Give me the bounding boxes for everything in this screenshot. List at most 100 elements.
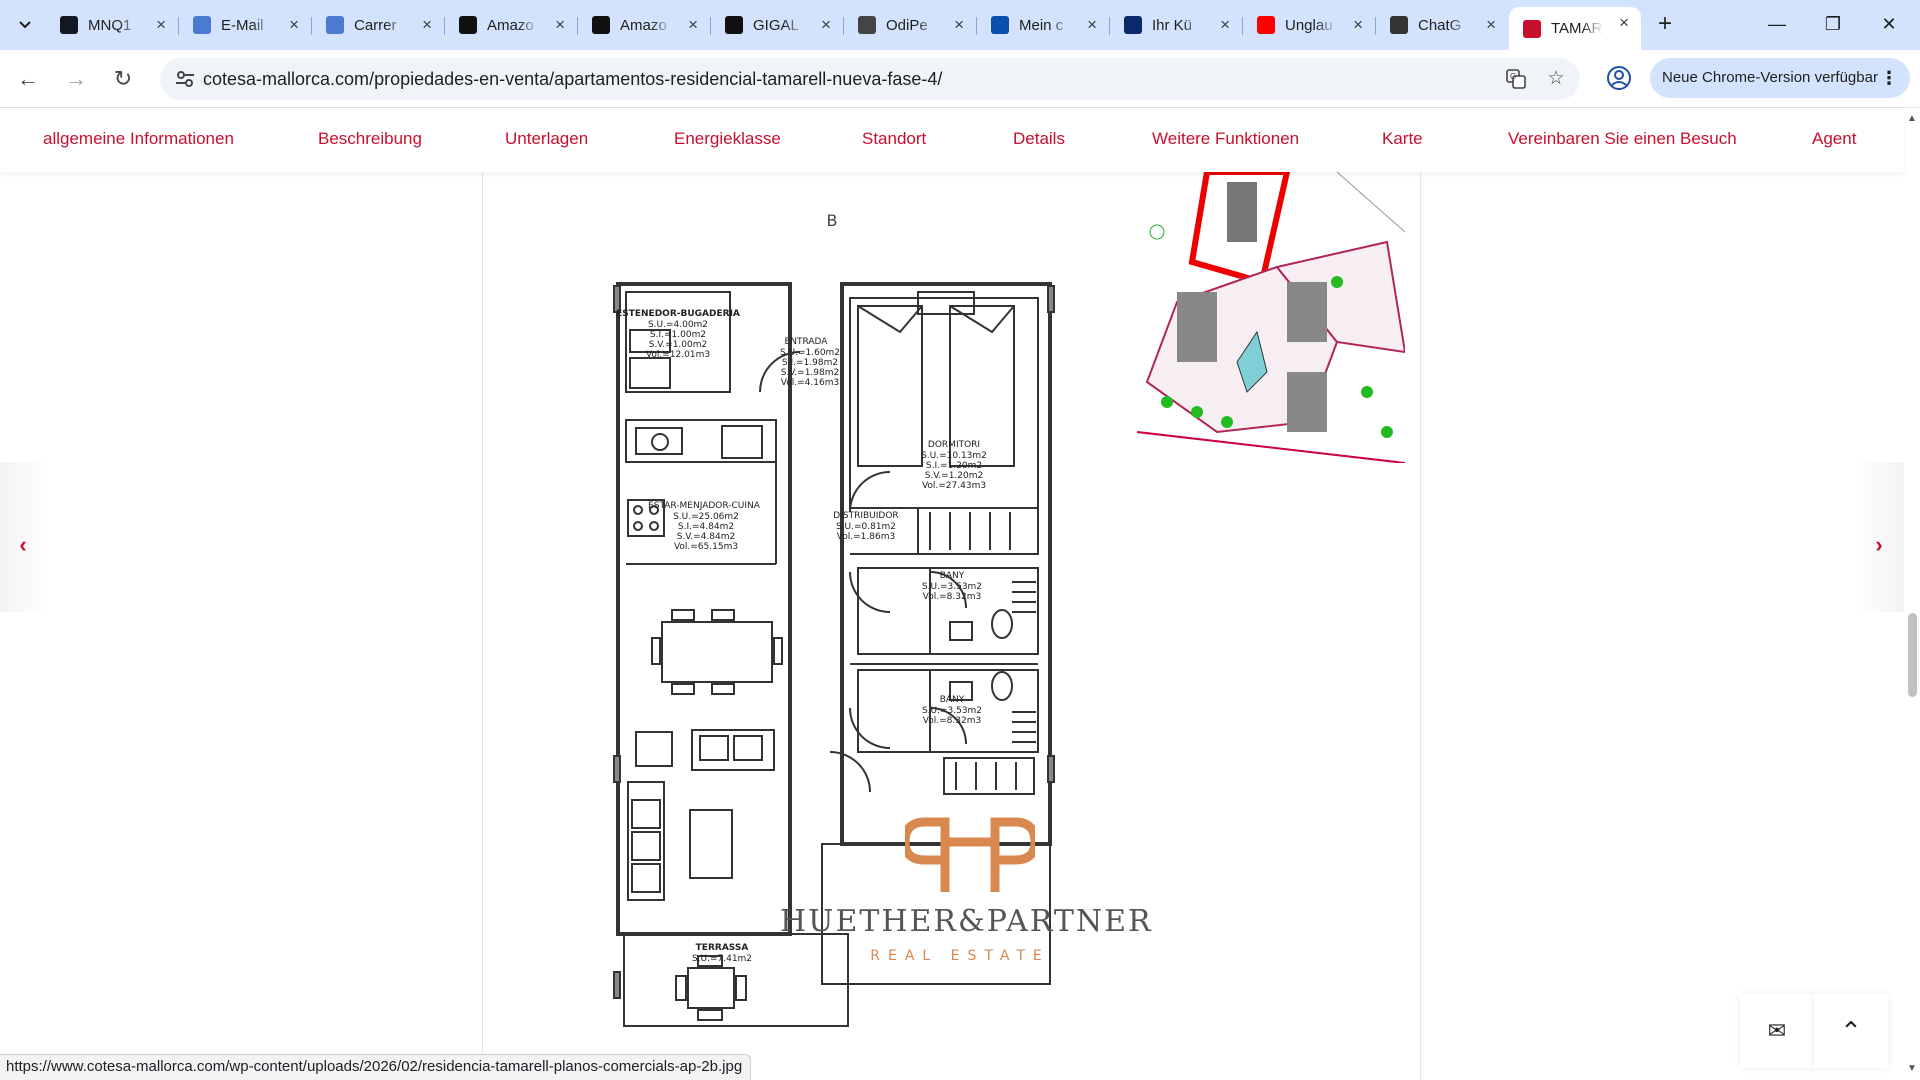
browser-toolbar: ← → ↻ cotesa-mallorca.com/propiedades-en…: [0, 50, 1920, 108]
site-plan-image[interactable]: [1137, 172, 1405, 463]
close-tab-icon[interactable]: ×: [1220, 15, 1230, 35]
nav-link-agent[interactable]: Agent: [1812, 129, 1856, 149]
gallery-prev-arrow-icon[interactable]: ‹: [8, 530, 38, 560]
globe-icon: [858, 16, 876, 34]
address-bar[interactable]: cotesa-mallorca.com/propiedades-en-venta…: [160, 58, 1580, 100]
close-tab-icon[interactable]: ×: [1087, 15, 1097, 35]
browser-tab[interactable]: OdiPe ×: [844, 9, 976, 41]
svg-text:S.U.=1.60m2: S.U.=1.60m2: [780, 348, 840, 358]
tab-title: Mein c: [1019, 16, 1064, 34]
cotesa-icon: [1523, 19, 1541, 38]
svg-text:S.V.=1.00m2: S.V.=1.00m2: [649, 340, 708, 350]
close-tab-icon[interactable]: ×: [821, 15, 831, 35]
svg-text:DORMITORI: DORMITORI: [928, 440, 980, 450]
browser-tab[interactable]: Carrer ×: [312, 9, 444, 41]
svg-text:G: G: [1510, 72, 1516, 81]
close-tab-icon[interactable]: ×: [555, 15, 565, 35]
nav-link-location[interactable]: Standort: [862, 129, 926, 149]
close-tab-icon[interactable]: ×: [954, 15, 964, 35]
url-text: cotesa-mallorca.com/propiedades-en-venta…: [203, 69, 943, 89]
nav-link-map[interactable]: Karte: [1382, 129, 1423, 149]
link-status-bubble: https://www.cotesa-mallorca.com/wp-conte…: [0, 1054, 752, 1080]
profile-avatar-icon[interactable]: [1605, 64, 1633, 92]
browser-tab[interactable]: MNQ1 ×: [46, 9, 178, 41]
browser-tab[interactable]: ChatG ×: [1376, 9, 1508, 41]
nav-link-description[interactable]: Beschreibung: [318, 129, 422, 149]
svg-text:Vol.=4.16m3: Vol.=4.16m3: [781, 378, 839, 388]
scrollbar-thumb[interactable]: [1908, 613, 1917, 697]
svg-text:S.U.=3.53m2: S.U.=3.53m2: [922, 582, 982, 592]
svg-text:S.I.=1.00m2: S.I.=1.00m2: [650, 330, 706, 340]
tab-title: Amazo: [487, 16, 534, 34]
minimize-button[interactable]: —: [1754, 8, 1800, 40]
contact-email-button[interactable]: ✉: [1740, 994, 1814, 1068]
restore-button[interactable]: ❐: [1810, 8, 1856, 40]
scroll-up-arrow-icon[interactable]: ▲: [1907, 114, 1917, 124]
browser-tab[interactable]: TAMAR ×: [1509, 7, 1641, 50]
svg-text:S.V.=4.84m2: S.V.=4.84m2: [677, 532, 736, 542]
svg-text:Vol.=65.15m3: Vol.=65.15m3: [674, 542, 738, 552]
gallery-next-arrow-icon[interactable]: ›: [1864, 530, 1894, 560]
reload-button[interactable]: ↻: [107, 63, 139, 95]
close-tab-icon[interactable]: ×: [1619, 13, 1629, 33]
close-tab-icon[interactable]: ×: [289, 15, 299, 35]
svg-text:BANY: BANY: [940, 695, 965, 705]
close-tab-icon[interactable]: ×: [1486, 15, 1496, 35]
nav-link-schedule-visit[interactable]: Vereinbaren Sie einen Besuch: [1508, 129, 1737, 149]
amazon-icon: [725, 16, 743, 34]
svg-text:S.U.=3.53m2: S.U.=3.53m2: [922, 706, 982, 716]
o2-icon: [991, 16, 1009, 34]
nav-link-general-info[interactable]: allgemeine Informationen: [43, 129, 234, 149]
svg-text:S.U.=0.81m2: S.U.=0.81m2: [836, 522, 896, 532]
svg-text:S.I.=1.98m2: S.I.=1.98m2: [782, 358, 838, 368]
back-button[interactable]: ←: [12, 63, 44, 95]
column-divider: [482, 172, 483, 1080]
amazon-icon: [459, 16, 477, 34]
forward-button[interactable]: →: [60, 63, 92, 95]
svg-text:S.I.=4.84m2: S.I.=4.84m2: [678, 522, 734, 532]
close-tab-icon[interactable]: ×: [156, 15, 166, 35]
browser-tab[interactable]: Ihr Kü ×: [1110, 9, 1242, 41]
scroll-down-arrow-icon[interactable]: ▼: [1907, 1064, 1917, 1074]
youtube-icon: [1257, 16, 1275, 34]
nav-link-energy-class[interactable]: Energieklasse: [674, 129, 781, 149]
new-tab-button[interactable]: +: [1650, 10, 1680, 40]
close-tab-icon[interactable]: ×: [1353, 15, 1363, 35]
company-name: HUETHER&PARTNER: [780, 904, 1153, 939]
svg-text:ENTRADA: ENTRADA: [785, 337, 829, 347]
tab-title: GIGAL: [753, 16, 799, 34]
bookmark-star-icon[interactable]: ☆: [1545, 68, 1567, 90]
menu-dots-icon[interactable]: ⋮: [1880, 58, 1898, 98]
o2-icon: [1124, 16, 1142, 34]
scroll-top-button[interactable]: ⌃: [1814, 994, 1888, 1068]
svg-text:S.U.=4.00m2: S.U.=4.00m2: [648, 320, 708, 330]
browser-tab[interactable]: Amazo ×: [578, 9, 710, 41]
site-info-icon[interactable]: [174, 68, 196, 90]
browser-tab[interactable]: GIGAL ×: [711, 9, 843, 41]
chrome-update-button[interactable]: Neue Chrome-Version verfügbar ⋮: [1650, 58, 1910, 98]
browser-tab[interactable]: Unglau ×: [1243, 9, 1375, 41]
svg-text:ESTENEDOR-BUGADERIA: ESTENEDOR-BUGADERIA: [616, 309, 740, 319]
tab-search-chevron-icon[interactable]: [10, 9, 40, 39]
page-scrollbar[interactable]: ▲ ▼: [1904, 108, 1920, 1080]
browser-tab[interactable]: Mein c ×: [977, 9, 1109, 41]
company-subtitle: REAL ESTATE: [870, 948, 1050, 964]
browser-tab[interactable]: E-Mail ×: [179, 9, 311, 41]
close-tab-icon[interactable]: ×: [422, 15, 432, 35]
nav-link-more-features[interactable]: Weitere Funktionen: [1152, 129, 1299, 149]
tab-title: ChatG: [1418, 16, 1462, 34]
nav-link-details[interactable]: Details: [1013, 129, 1065, 149]
close-tab-icon[interactable]: ×: [688, 15, 698, 35]
svg-text:DISTRIBUIDOR: DISTRIBUIDOR: [833, 511, 898, 521]
translate-icon[interactable]: G: [1505, 68, 1527, 90]
close-window-button[interactable]: ✕: [1866, 8, 1912, 40]
svg-text:S.U.=25.06m2: S.U.=25.06m2: [673, 512, 739, 522]
tab-strip: MNQ1 × E-Mail × Carrer × Amazo × Amazo × GIGAL × Odi…: [0, 0, 1920, 50]
svg-text:S.U.=10.13m2: S.U.=10.13m2: [921, 451, 987, 461]
svg-text:TERRASSA: TERRASSA: [696, 943, 749, 953]
chatgpt-icon: [1390, 16, 1408, 34]
browser-tab[interactable]: Amazo ×: [445, 9, 577, 41]
company-logo-icon: [905, 817, 1035, 892]
tab-title: Ihr Kü: [1152, 16, 1193, 34]
nav-link-documents[interactable]: Unterlagen: [505, 129, 588, 149]
